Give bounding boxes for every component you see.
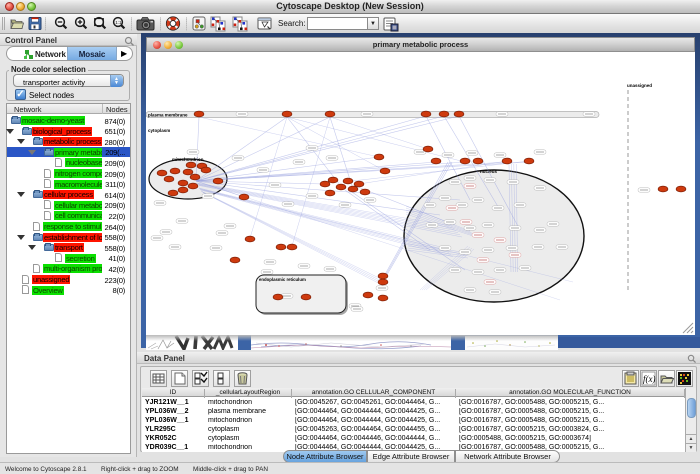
- svg-text:plasma membrane: plasma membrane: [148, 113, 188, 118]
- svg-text:mitochondrion: mitochondrion: [172, 157, 204, 162]
- svg-text:cytoplasm: cytoplasm: [148, 128, 170, 133]
- svg-text:1:1: 1:1: [115, 20, 122, 25]
- svg-text:endoplasmic reticulum: endoplasmic reticulum: [259, 277, 306, 282]
- svg-text:unassigned: unassigned: [627, 83, 652, 88]
- svg-text:f(x): f(x): [643, 374, 656, 384]
